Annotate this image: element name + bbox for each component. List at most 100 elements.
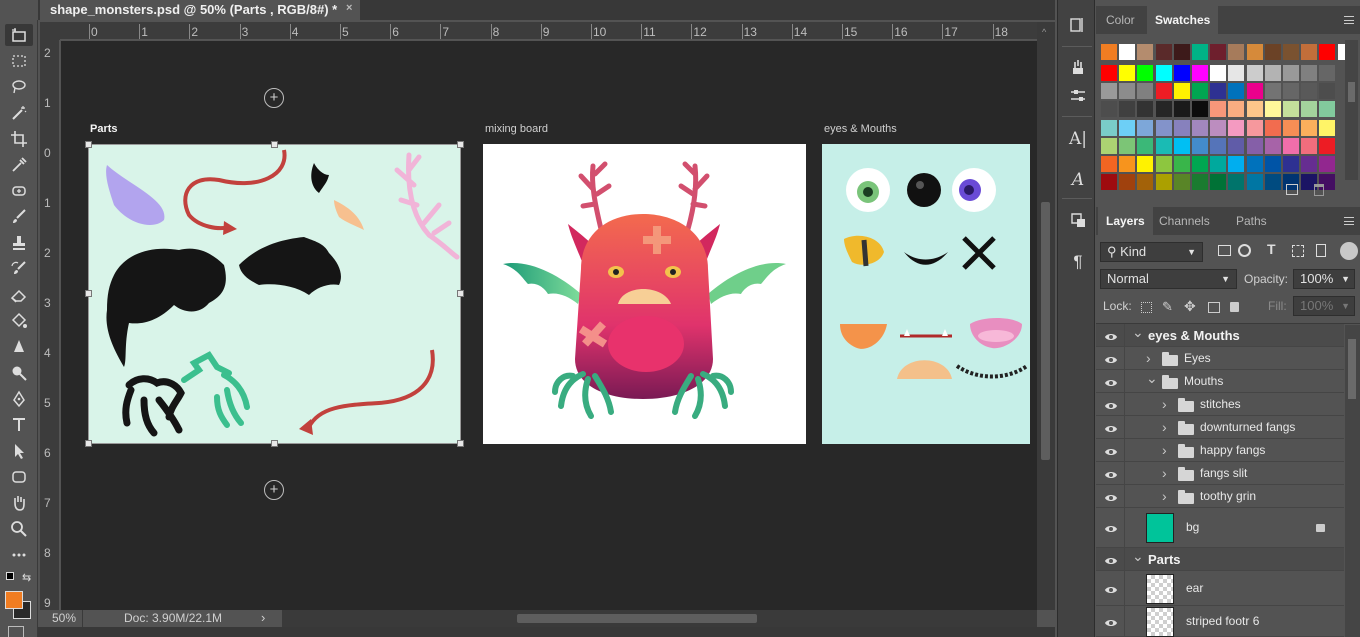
- swap-colors-icon[interactable]: ⇆: [22, 571, 31, 584]
- chevron-right-icon[interactable]: ›: [1146, 350, 1151, 366]
- transform-handle-tl[interactable]: [85, 141, 92, 148]
- swatch[interactable]: [1101, 119, 1117, 136]
- chevron-right-icon[interactable]: ›: [1162, 396, 1167, 412]
- swatch[interactable]: [1137, 83, 1154, 100]
- layer-row[interactable]: › Eyes: [1096, 347, 1344, 370]
- swatch[interactable]: [1301, 119, 1318, 136]
- swatch[interactable]: [1192, 174, 1208, 191]
- visibility-eye-icon[interactable]: [1104, 423, 1118, 433]
- swatch[interactable]: [1264, 83, 1281, 100]
- swatch[interactable]: [1264, 44, 1281, 60]
- swatch[interactable]: [1319, 137, 1336, 154]
- swatch[interactable]: [1246, 101, 1263, 118]
- lock-transparent-icon[interactable]: [1141, 302, 1152, 313]
- foreground-color-swatch[interactable]: [5, 591, 23, 609]
- trash-icon[interactable]: [1314, 184, 1324, 196]
- visibility-eye-icon[interactable]: [1104, 584, 1118, 594]
- swatches-scroll-thumb[interactable]: [1348, 82, 1355, 102]
- swatch[interactable]: [1283, 65, 1299, 81]
- character-styles-icon[interactable]: A: [1067, 169, 1089, 191]
- swatch[interactable]: [1173, 137, 1190, 154]
- tab-layers[interactable]: Layers: [1098, 207, 1153, 235]
- swatch[interactable]: [1192, 119, 1208, 136]
- visibility-eye-icon[interactable]: [1104, 555, 1118, 565]
- swatch[interactable]: [1101, 137, 1117, 154]
- swatches-scrollbar[interactable]: [1345, 40, 1358, 180]
- swatch[interactable]: [1101, 65, 1117, 81]
- crop-icon[interactable]: [5, 128, 33, 150]
- canvas-horizontal-scrollbar[interactable]: [282, 610, 1037, 627]
- swatch[interactable]: [1210, 119, 1227, 136]
- swatch[interactable]: [1283, 83, 1299, 100]
- swatch[interactable]: [1137, 137, 1154, 154]
- brush-settings-icon[interactable]: [1067, 58, 1089, 80]
- swatch[interactable]: [1210, 174, 1227, 191]
- swatch[interactable]: [1228, 174, 1245, 191]
- swatch[interactable]: [1246, 65, 1263, 81]
- swatch[interactable]: [1264, 137, 1281, 154]
- layers-scrollbar[interactable]: [1345, 325, 1360, 637]
- swatch[interactable]: [1155, 101, 1172, 118]
- swatch[interactable]: [1155, 156, 1172, 172]
- canvas[interactable]: + + Parts mixing board eyes & Mouths: [61, 41, 1037, 610]
- zoom-level[interactable]: 50%: [52, 611, 76, 625]
- document-tab[interactable]: shape_monsters.psd @ 50% (Parts , RGB/8#…: [40, 0, 360, 20]
- swatch[interactable]: [1301, 137, 1318, 154]
- layer-row[interactable]: › fangs slit: [1096, 462, 1344, 485]
- swatch[interactable]: [1101, 156, 1117, 172]
- swatch[interactable]: [1119, 65, 1136, 81]
- swatch[interactable]: [1192, 156, 1208, 172]
- swatch[interactable]: [1137, 65, 1154, 81]
- layer-row[interactable]: ⌄ eyes & Mouths: [1096, 324, 1344, 347]
- transform-handle-bc[interactable]: [271, 440, 278, 447]
- vertical-scroll-thumb[interactable]: [1041, 202, 1050, 460]
- swatch[interactable]: [1192, 83, 1208, 100]
- fill-input[interactable]: 100% ▼: [1293, 296, 1355, 316]
- swatch[interactable]: [1246, 137, 1263, 154]
- swatch[interactable]: [1101, 174, 1117, 191]
- scroll-up-icon[interactable]: ^: [1042, 27, 1046, 37]
- swatch[interactable]: [1319, 44, 1336, 60]
- swatch[interactable]: [1155, 174, 1172, 191]
- history-icon[interactable]: [1067, 16, 1089, 38]
- transform-handle-ml[interactable]: [85, 290, 92, 297]
- layer-row[interactable]: › downturned fangs: [1096, 416, 1344, 439]
- swatch[interactable]: [1283, 119, 1299, 136]
- pen-icon[interactable]: [5, 388, 33, 410]
- artboard-mixing-board[interactable]: [483, 144, 806, 444]
- swatch[interactable]: [1137, 174, 1154, 191]
- swatch[interactable]: [1246, 156, 1263, 172]
- swatch[interactable]: [1137, 156, 1154, 172]
- layers-scroll-thumb[interactable]: [1348, 339, 1356, 399]
- swatch[interactable]: [1283, 156, 1299, 172]
- swatch[interactable]: [1319, 101, 1336, 118]
- layer-row[interactable]: ear: [1096, 571, 1344, 606]
- visibility-eye-icon[interactable]: [1104, 446, 1118, 456]
- visibility-eye-icon[interactable]: [1104, 400, 1118, 410]
- visibility-eye-icon[interactable]: [1104, 617, 1118, 627]
- filter-toggle[interactable]: [1340, 242, 1358, 260]
- path-selection-icon[interactable]: [5, 440, 33, 462]
- eraser-icon[interactable]: [5, 284, 33, 306]
- swatch[interactable]: [1119, 44, 1136, 60]
- lock-artboard-icon[interactable]: [1208, 302, 1220, 313]
- swatch[interactable]: [1246, 119, 1263, 136]
- eyedropper-icon[interactable]: [5, 154, 33, 176]
- swatch[interactable]: [1319, 83, 1336, 100]
- tab-paths[interactable]: Paths: [1228, 207, 1275, 235]
- swatch[interactable]: [1301, 65, 1318, 81]
- swatch[interactable]: [1210, 156, 1227, 172]
- lock-all-icon[interactable]: [1230, 302, 1239, 312]
- lasso-icon[interactable]: [5, 76, 33, 98]
- swatch[interactable]: [1173, 44, 1190, 60]
- artboard-icon[interactable]: [5, 24, 33, 46]
- close-icon[interactable]: ×: [346, 2, 352, 14]
- swatch[interactable]: [1173, 101, 1190, 118]
- magic-wand-icon[interactable]: [5, 102, 33, 124]
- swatch[interactable]: [1192, 65, 1208, 81]
- tab-channels[interactable]: Channels: [1151, 207, 1218, 235]
- paragraph-styles-icon[interactable]: [1067, 211, 1089, 233]
- swatch[interactable]: [1137, 101, 1154, 118]
- swatch[interactable]: [1173, 65, 1190, 81]
- add-artboard-bottom-button[interactable]: +: [264, 480, 284, 500]
